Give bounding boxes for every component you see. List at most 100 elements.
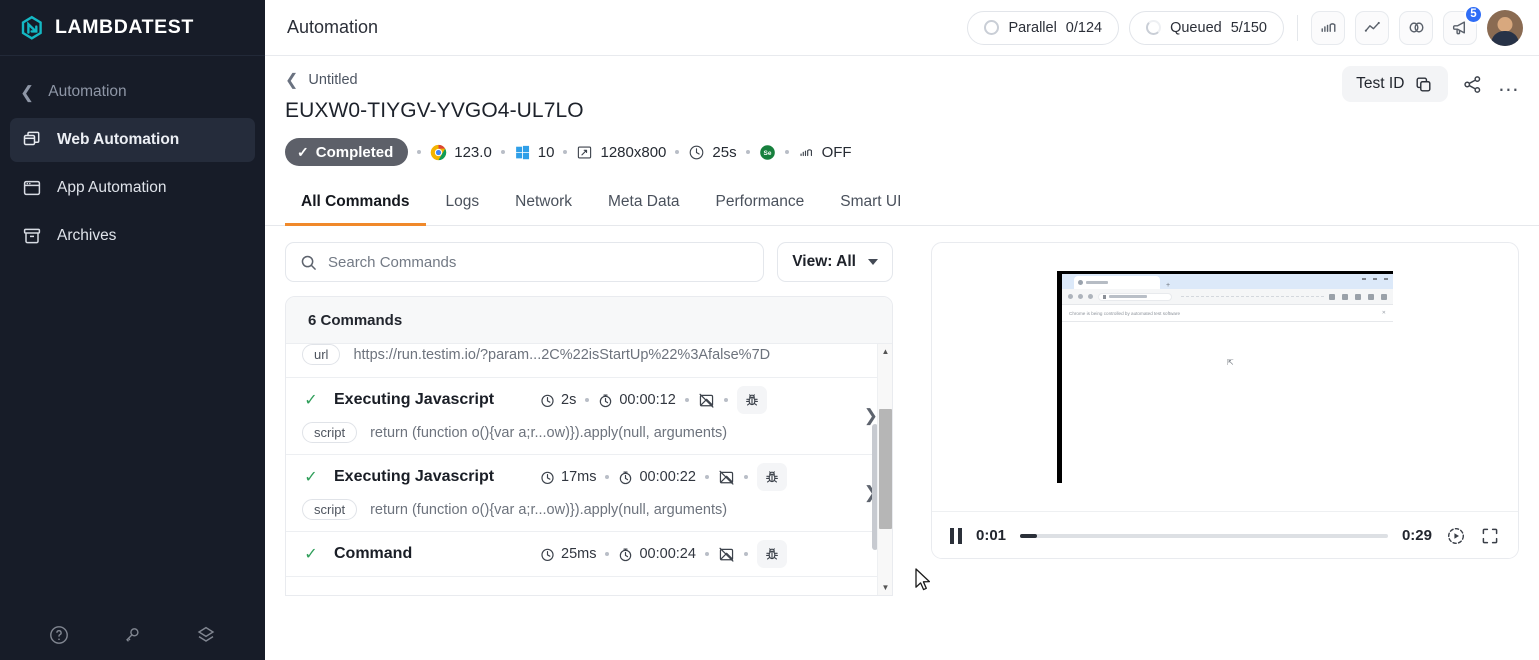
announcements-button[interactable]: 5 [1443,11,1477,45]
command-metrics: 25ms 00:00:24 [540,540,787,568]
bug-icon [764,469,780,485]
reload-icon [1088,294,1093,299]
tab-smart-ui[interactable]: Smart UI [824,183,917,226]
metric-separator [585,398,589,402]
table-row[interactable]: url https://run.testim.io/?param...2C%22… [286,344,892,378]
video-player-card: + [931,242,1519,559]
page-title: Automation [287,17,378,38]
command-summary: ✓ Executing Javascript 17ms [296,455,858,499]
profile-icon [1368,294,1374,300]
command-duration: 2s [540,392,576,408]
queued-value: 5/150 [1231,20,1267,36]
help-circle-icon[interactable] [48,624,70,646]
command-duration: 25ms [540,546,596,562]
clock-icon [540,393,555,408]
tunnel-button[interactable] [1311,11,1345,45]
command-detail: script return (function o(){var a;r...ow… [296,499,858,531]
image-off-icon[interactable] [718,469,735,486]
tab-logs[interactable]: Logs [430,183,496,226]
command-name: Command [334,545,526,563]
queued-status-pill[interactable]: Queued 5/150 [1129,11,1284,45]
avatar[interactable] [1487,10,1523,46]
search-commands-box[interactable] [285,242,764,282]
scroll-down-arrow-icon[interactable]: ▼ [878,580,893,595]
image-off-icon[interactable] [718,546,735,563]
video-stage[interactable]: + [932,243,1518,511]
integrations-button[interactable] [1399,11,1433,45]
detail-value: return (function o(){var a;r...ow)}).app… [370,502,727,518]
share-icon[interactable] [1462,74,1483,95]
browser-meta: 123.0 [430,144,492,161]
sidebar-item-app-automation[interactable]: App Automation [10,166,255,210]
command-metrics: 2s 00:00:12 [540,386,767,414]
analytics-button[interactable] [1355,11,1389,45]
debug-button[interactable] [757,463,787,491]
key-icon[interactable] [121,624,143,646]
stopwatch-icon [618,547,633,562]
command-duration: 17ms [540,469,596,485]
clock-icon [688,144,705,161]
fullscreen-icon[interactable] [1480,526,1500,546]
browser-tab [1074,276,1160,289]
tab-network[interactable]: Network [499,183,588,226]
more-options-icon[interactable]: … [1497,77,1521,90]
archive-box-icon [22,226,42,246]
playback-speed-icon[interactable] [1446,526,1466,546]
breadcrumb-label: Untitled [308,72,357,88]
command-name: Executing Javascript [334,468,526,486]
automation-notice-text: Chrome is being controlled by automated … [1069,311,1180,316]
table-row[interactable]: ✓ Command 25ms [286,532,892,577]
image-off-icon[interactable] [698,392,715,409]
detail-key: url [302,344,340,365]
meta-separator [501,150,505,154]
video-progress-slider[interactable] [1020,534,1388,538]
queued-ring-icon [1146,20,1161,35]
commands-scrollbar[interactable]: ▲ ▼ [877,344,892,595]
forward-icon [1078,294,1083,299]
tunnel-icon [1319,18,1338,37]
queued-label: Queued [1170,20,1222,36]
duration-text: 25ms [561,546,596,562]
tab-meta-data[interactable]: Meta Data [592,183,696,226]
tab-performance[interactable]: Performance [700,183,821,226]
sidebar-item-archives[interactable]: Archives [10,214,255,258]
browser-tab-strip: + [1062,274,1393,289]
stopwatch-icon [618,470,633,485]
parallel-ring-icon [984,20,999,35]
command-summary: ✓ Executing Javascript 2s [296,378,858,422]
commands-count-header: 6 Commands [286,297,892,344]
sidebar-item-web-automation[interactable]: Web Automation [10,118,255,162]
table-row[interactable]: ✓ Executing Javascript 2s [286,378,892,455]
debug-button[interactable] [757,540,787,568]
view-filter-dropdown[interactable]: View: All [777,242,893,282]
framework-meta: Se [759,144,776,161]
test-id-copy-button[interactable]: Test ID [1342,66,1448,102]
pause-button[interactable] [950,528,962,544]
breadcrumb[interactable]: ❮ Untitled [285,70,1519,90]
search-input[interactable] [328,254,749,271]
commands-list: url https://run.testim.io/?param...2C%22… [286,344,892,577]
chevron-left-icon[interactable]: ❮ [285,70,298,90]
tab-all-commands[interactable]: All Commands [285,183,426,226]
commands-scroll-area[interactable]: url https://run.testim.io/?param...2C%22… [286,344,892,595]
metric-separator [744,552,748,556]
resolution-value: 1280x800 [600,144,666,161]
meta-separator [675,150,679,154]
detail-value: return (function o(){var a;r...ow)}).app… [370,425,727,441]
debug-button[interactable] [737,386,767,414]
scroll-up-arrow-icon[interactable]: ▲ [878,344,893,359]
scrollbar-thumb[interactable] [879,409,892,529]
parallel-status-pill[interactable]: Parallel 0/124 [967,11,1119,45]
browser-version: 123.0 [454,144,492,161]
window-controls [1362,278,1388,280]
layers-icon[interactable] [195,624,217,646]
sidebar-back-label: Automation [48,83,126,101]
back-icon [1068,294,1073,299]
chrome-icon [430,144,447,161]
chevron-right-icon[interactable]: ❯ [864,406,878,426]
minimize-icon [1362,278,1366,280]
sidebar-back-automation[interactable]: ❮ Automation [0,70,265,114]
brand-logo-area[interactable]: LAMBDATEST [0,0,265,56]
browser-toolbar-icons [1329,294,1387,300]
table-row[interactable]: ✓ Executing Javascript 17ms [286,455,892,532]
